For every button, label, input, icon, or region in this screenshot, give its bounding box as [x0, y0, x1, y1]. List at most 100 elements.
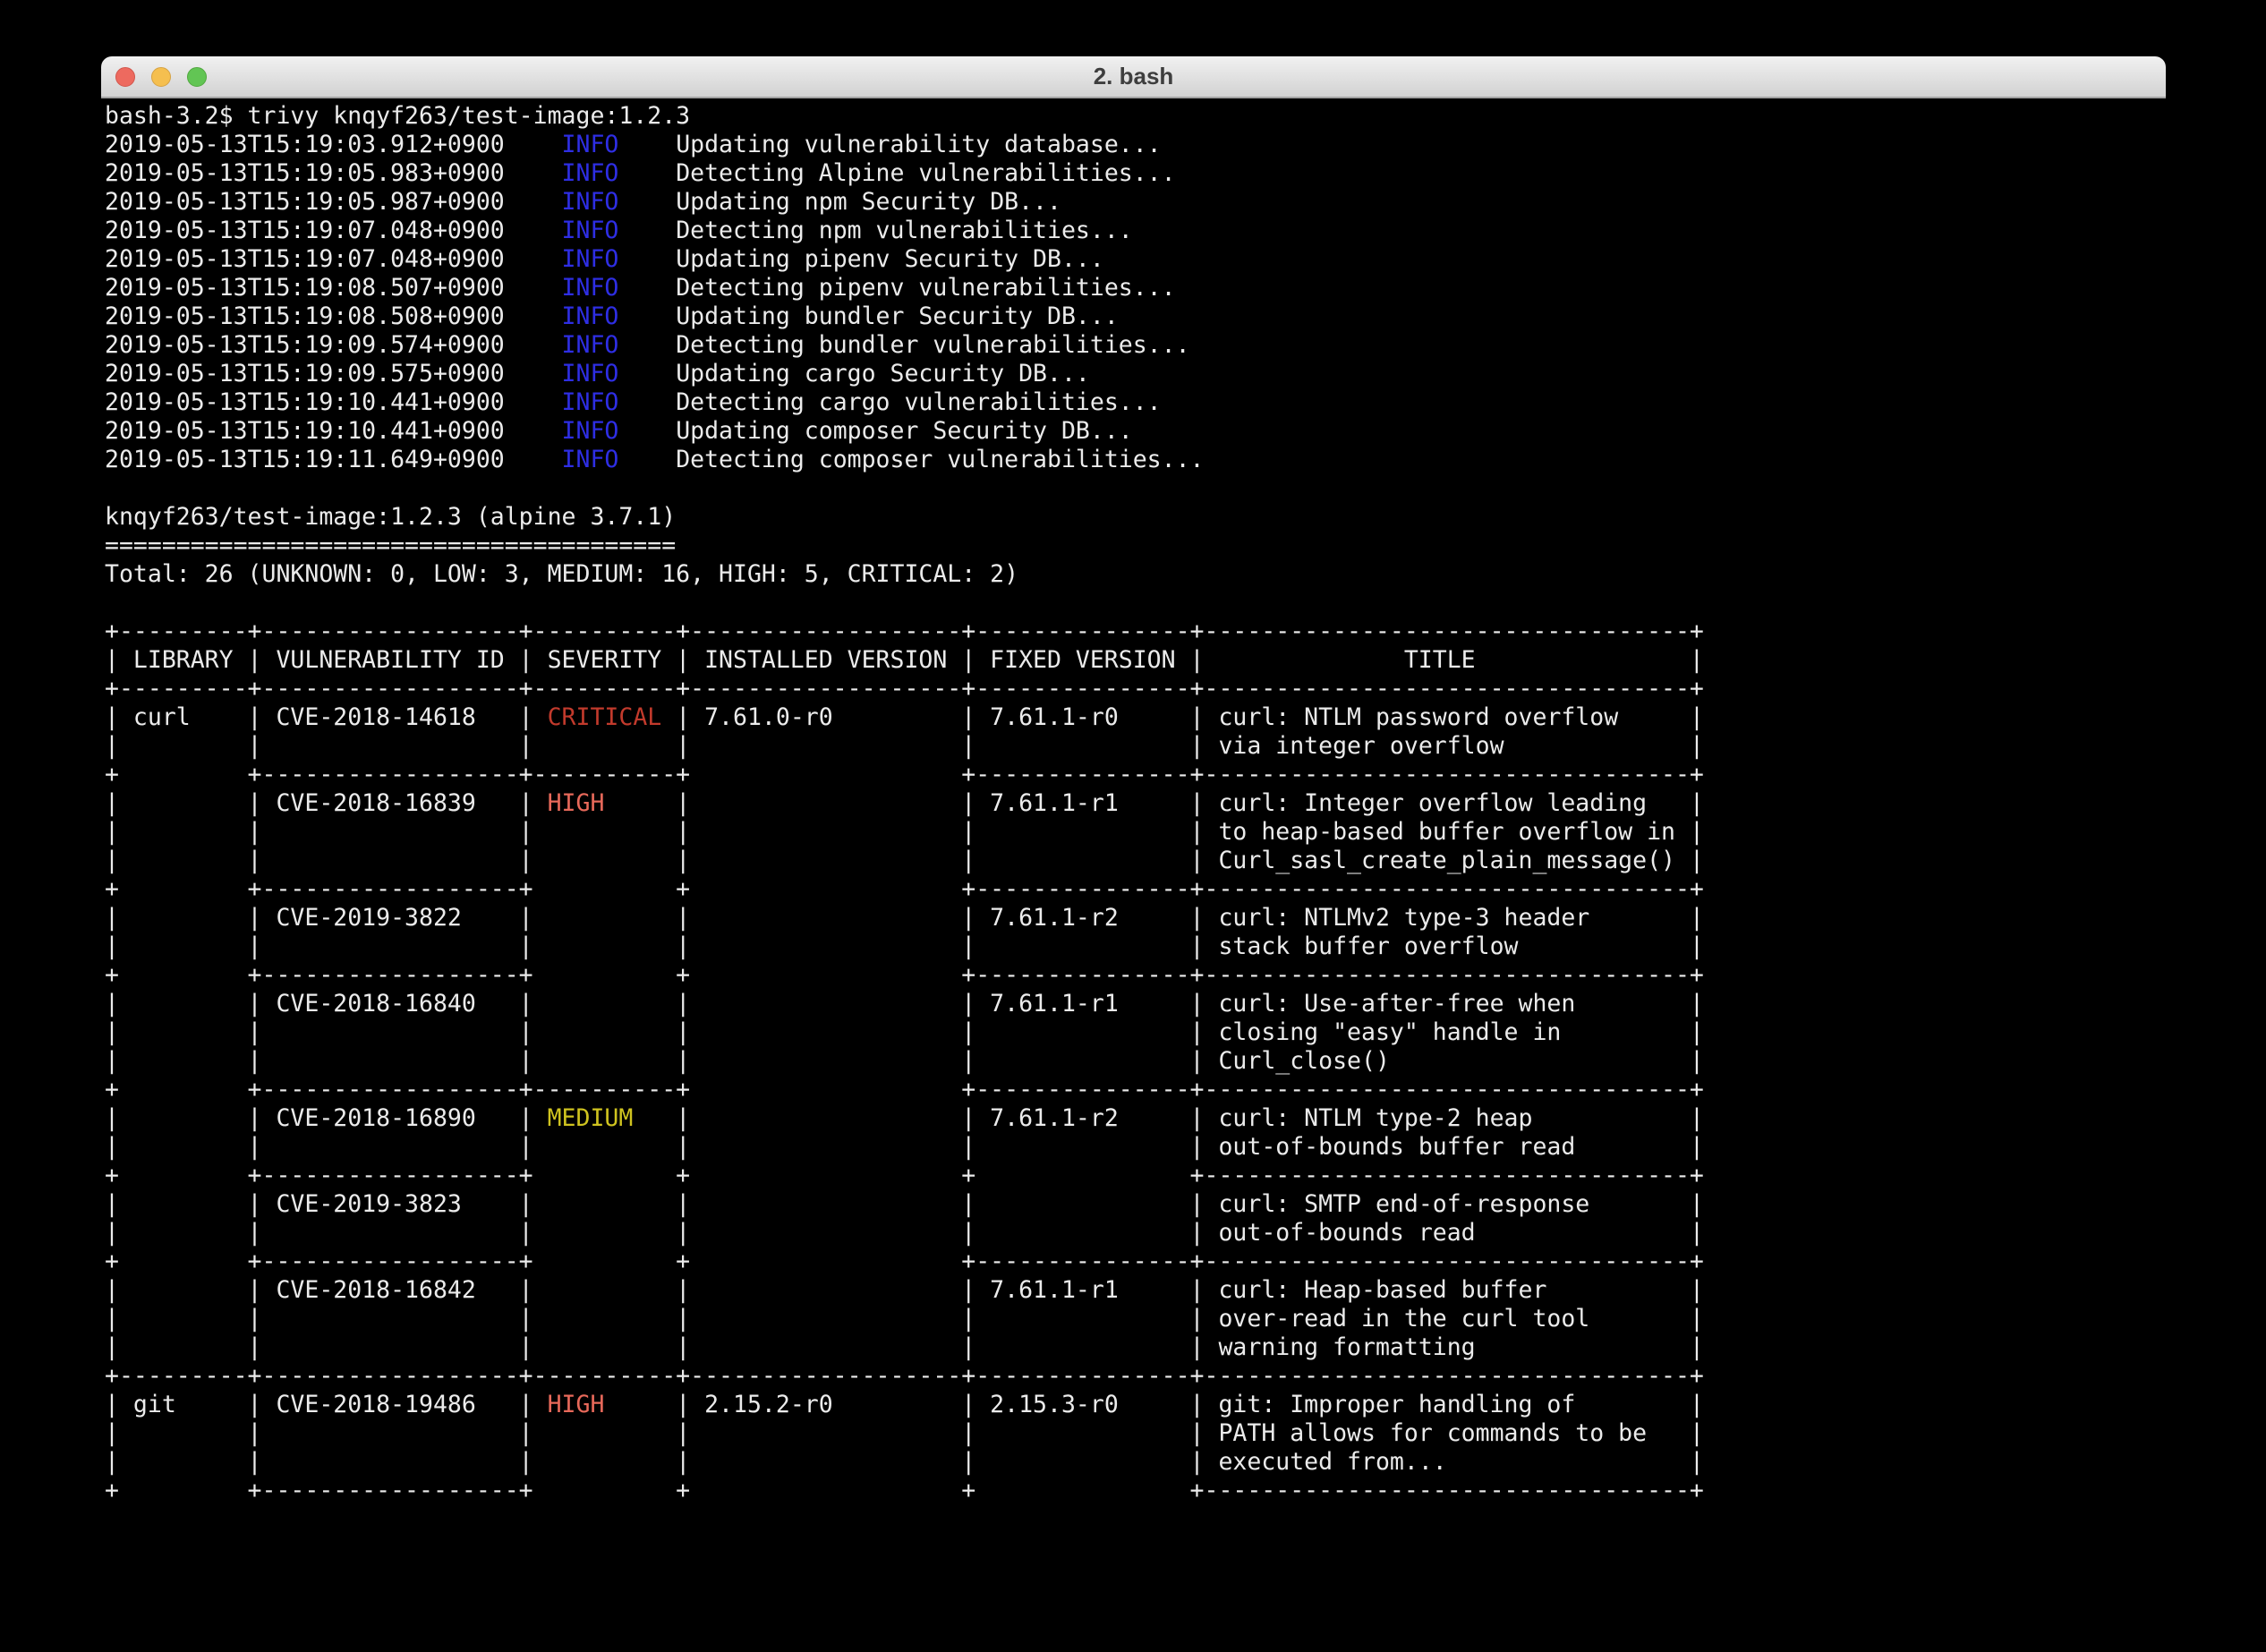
table-border: + +------------------+ + +--------------… [105, 1248, 1704, 1275]
log-message: Updating npm Security DB... [618, 188, 1061, 216]
table-border: + +------------------+----------+ +-----… [105, 1076, 1704, 1103]
terminal-line: | | CVE-2019-3822 | | | 7.61.1-r2 | curl… [105, 904, 2166, 932]
log-level-info: INFO [562, 217, 619, 244]
table-row: | | | [105, 847, 533, 874]
table-row: | | | stack buffer overflow | [676, 932, 1704, 960]
table-row [533, 1133, 677, 1161]
terminal-line: 2019-05-13T15:19:09.574+0900 INFO Detect… [105, 331, 2166, 360]
table-row: | | 7.61.1-r2 | curl: NTLM type-2 heap | [676, 1104, 1704, 1132]
table-row [533, 732, 677, 760]
severity-medium: MEDIUM [533, 1104, 677, 1132]
terminal-line: | | | | | | out-of-bounds read | [105, 1219, 2166, 1248]
table-row [533, 1305, 677, 1333]
terminal-line: 2019-05-13T15:19:08.507+0900 INFO Detect… [105, 274, 2166, 302]
terminal-line: | | CVE-2019-3823 | | | | curl: SMTP end… [105, 1190, 2166, 1219]
desktop-background: { "window": { "title": "2. bash" }, "col… [0, 0, 2266, 1652]
terminal-screen[interactable]: bash-3.2$ trivy knqyf263/test-image:1.2.… [101, 98, 2166, 1505]
table-row [533, 904, 677, 932]
table-row: | | CVE-2019-3823 | [105, 1190, 533, 1218]
log-level-info: INFO [562, 159, 619, 187]
table-row [533, 1448, 677, 1476]
table-row: | | 7.61.1-r1 | curl: Use-after-free whe… [676, 990, 1704, 1018]
terminal-line: | | CVE-2018-16839 | HIGH | | 7.61.1-r1 … [105, 789, 2166, 818]
table-border: + +------------------+----------+ +-----… [105, 761, 1704, 788]
table-row: | | | [105, 1219, 533, 1247]
log-message: Detecting cargo vulnerabilities... [618, 388, 1161, 416]
terminal-line: | | | | | | warning formatting | [105, 1333, 2166, 1362]
log-level-info: INFO [562, 360, 619, 387]
log-timestamp: 2019-05-13T15:19:05.983+0900 [105, 159, 562, 187]
table-row: | | | [105, 1305, 533, 1333]
table-row: | | | [105, 1448, 533, 1476]
terminal-line: bash-3.2$ trivy knqyf263/test-image:1.2.… [105, 102, 2166, 131]
table-row: | | | curl: SMTP end-of-response | [676, 1190, 1704, 1218]
log-level-info: INFO [562, 388, 619, 416]
log-message: Updating composer Security DB... [618, 417, 1132, 445]
table-row [533, 990, 677, 1018]
terminal-line: | | | | | | to heap-based buffer overflo… [105, 818, 2166, 847]
terminal-line: 2019-05-13T15:19:07.048+0900 INFO Updati… [105, 245, 2166, 274]
table-row: | curl | CVE-2018-14618 | [105, 703, 533, 731]
terminal-line: | | | | | | Curl_sasl_create_plain_messa… [105, 847, 2166, 875]
table-row: | git | CVE-2018-19486 | [105, 1391, 533, 1418]
table-row: | | | PATH allows for commands to be | [676, 1419, 1704, 1447]
table-border: +---------+------------------+----------… [105, 675, 1704, 703]
table-row: | | | [105, 1047, 533, 1075]
table-border: +---------+------------------+----------… [105, 617, 1704, 645]
terminal-line: 2019-05-13T15:19:09.575+0900 INFO Updati… [105, 360, 2166, 388]
severity-high: HIGH [533, 789, 677, 817]
log-timestamp: 2019-05-13T15:19:09.574+0900 [105, 331, 562, 359]
terminal-line: | git | CVE-2018-19486 | HIGH | 2.15.2-r… [105, 1391, 2166, 1419]
table-border: + +------------------+ + + +------------… [105, 1477, 1704, 1504]
terminal-line: 2019-05-13T15:19:08.508+0900 INFO Updati… [105, 302, 2166, 331]
titlebar[interactable]: 2. bash [101, 56, 2166, 98]
log-timestamp: 2019-05-13T15:19:03.912+0900 [105, 131, 562, 158]
table-row [533, 1018, 677, 1046]
terminal-line: +---------+------------------+----------… [105, 675, 2166, 703]
table-row: | | | out-of-bounds buffer read | [676, 1133, 1704, 1161]
table-row: | | | over-read in the curl tool | [676, 1305, 1704, 1333]
table-row [533, 847, 677, 874]
terminal-line: 2019-05-13T15:19:03.912+0900 INFO Updati… [105, 131, 2166, 159]
terminal-line: | | | | | | closing "easy" handle in | [105, 1018, 2166, 1047]
table-row: | | | to heap-based buffer overflow in | [676, 818, 1704, 846]
log-level-info: INFO [562, 274, 619, 302]
terminal-line: | LIBRARY | VULNERABILITY ID | SEVERITY … [105, 646, 2166, 675]
terminal-line: + +------------------+ + +--------------… [105, 875, 2166, 904]
terminal-line: + +------------------+ + + +------------… [105, 1162, 2166, 1190]
log-message: Updating pipenv Security DB... [618, 245, 1103, 273]
window-title: 2. bash [101, 56, 2166, 97]
terminal-line: | | | | | | executed from... | [105, 1448, 2166, 1477]
table-row [533, 1190, 677, 1218]
table-row: | | 7.61.1-r1 | curl: Integer overflow l… [676, 789, 1704, 817]
terminal-line: | | | | | | stack buffer overflow | [105, 932, 2166, 961]
table-row: | | CVE-2018-16890 | [105, 1104, 533, 1132]
terminal-line: Total: 26 (UNKNOWN: 0, LOW: 3, MEDIUM: 1… [105, 560, 2166, 589]
table-header: | LIBRARY | VULNERABILITY ID | SEVERITY … [105, 646, 1704, 674]
terminal-line: | | | | | | over-read in the curl tool | [105, 1305, 2166, 1333]
severity-critical: CRITICAL [533, 703, 677, 731]
table-row: | | | via integer overflow | [676, 732, 1704, 760]
terminal-line: 2019-05-13T15:19:05.987+0900 INFO Updati… [105, 188, 2166, 217]
terminal-line: | | CVE-2018-16840 | | | 7.61.1-r1 | cur… [105, 990, 2166, 1018]
table-row: | | | [105, 818, 533, 846]
log-message: Updating bundler Security DB... [618, 302, 1118, 330]
table-row [533, 932, 677, 960]
terminal-line [105, 589, 2166, 617]
log-level-info: INFO [562, 188, 619, 216]
terminal-line: + +------------------+----------+ +-----… [105, 761, 2166, 789]
log-message: Detecting bundler vulnerabilities... [618, 331, 1189, 359]
table-border: + +------------------+ + +--------------… [105, 875, 1704, 903]
terminal-line: ======================================== [105, 532, 2166, 560]
log-message: Detecting pipenv vulnerabilities... [618, 274, 1175, 302]
log-level-info: INFO [562, 417, 619, 445]
table-row: | | | closing "easy" handle in | [676, 1018, 1704, 1046]
log-timestamp: 2019-05-13T15:19:10.441+0900 [105, 388, 562, 416]
terminal-line: 2019-05-13T15:19:05.983+0900 INFO Detect… [105, 159, 2166, 188]
log-level-info: INFO [562, 302, 619, 330]
table-row: | | | [105, 1133, 533, 1161]
terminal-line: + +------------------+----------+ +-----… [105, 1076, 2166, 1104]
log-message: Updating vulnerability database... [618, 131, 1161, 158]
vulnerability-summary: Total: 26 (UNKNOWN: 0, LOW: 3, MEDIUM: 1… [105, 560, 1018, 588]
terminal-line: +---------+------------------+----------… [105, 617, 2166, 646]
